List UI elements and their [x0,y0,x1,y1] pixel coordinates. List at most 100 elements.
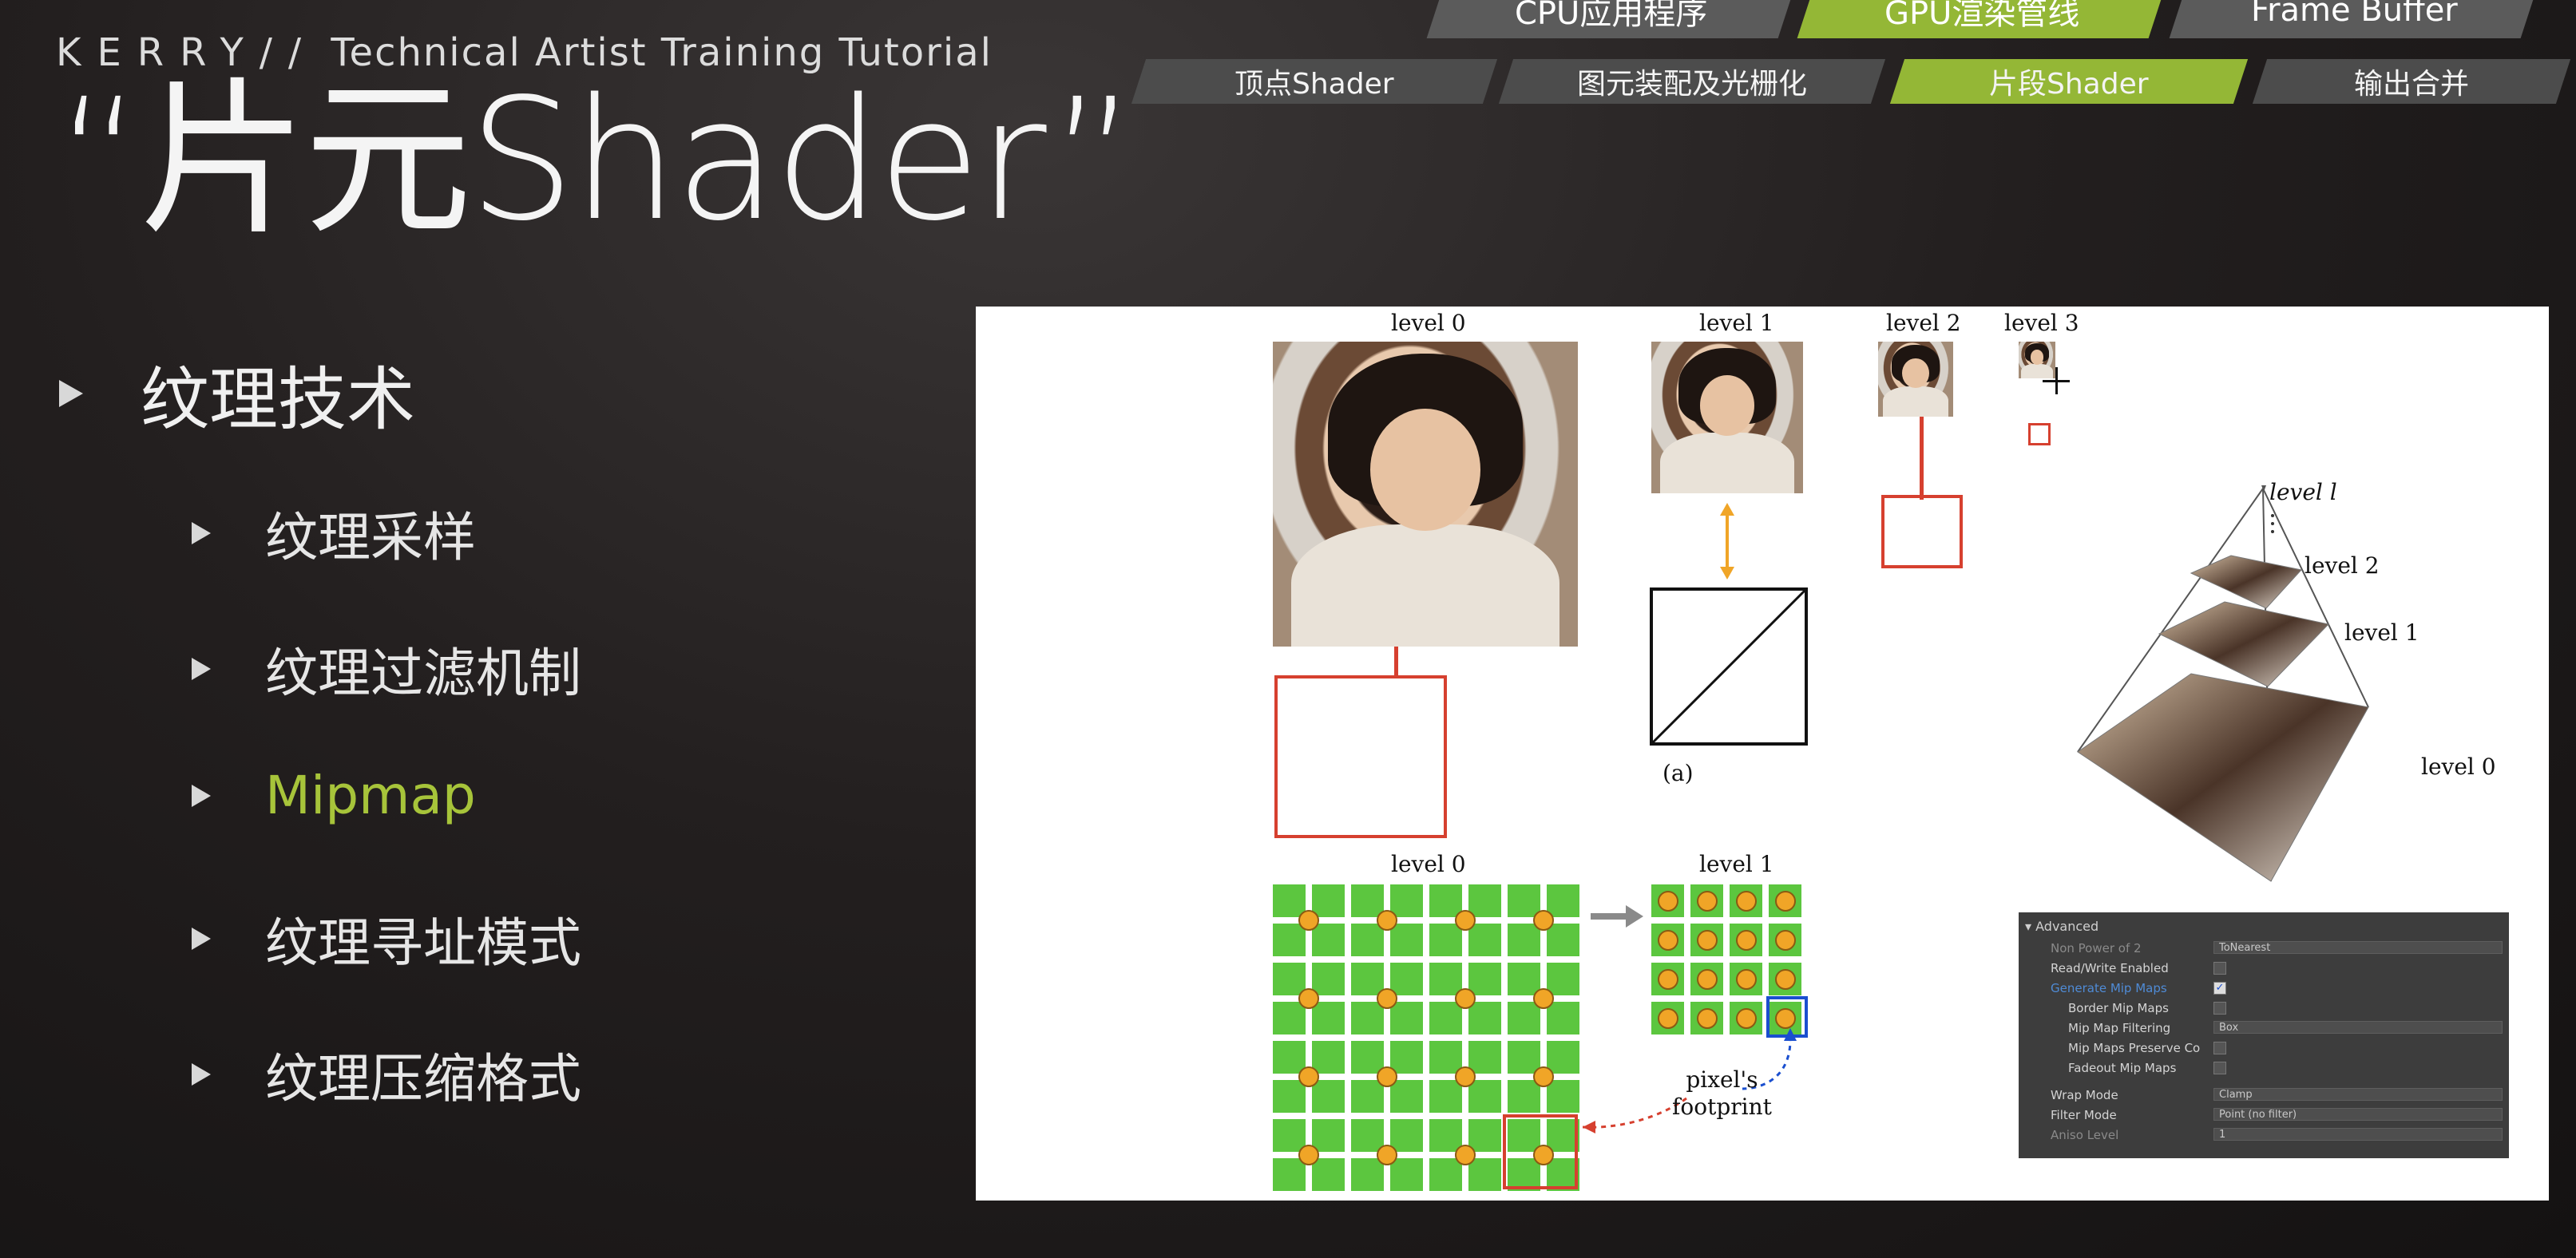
checkbox[interactable] [2213,1002,2226,1015]
menu-item-texture-sampling[interactable]: 纹理采样 [192,495,476,572]
sample-dot [1696,890,1718,912]
tab-cpu-label: CPU应用程序 [1515,0,1708,32]
grid-level0-label: level 0 [1391,851,1466,877]
menu-item-texture-filtering[interactable]: 纹理过滤机制 [192,631,581,707]
menu-section-texture[interactable]: 纹理技术 [59,343,415,443]
subtab-rasterization[interactable]: 图元装配及光栅化 [1498,59,1886,104]
level3-label: level 3 [2004,310,2079,336]
subtab-rasterization-label: 图元装配及光栅化 [1576,68,1807,101]
triangle-right-icon [192,1063,211,1086]
triangle-right-icon [192,928,211,950]
sample-dot [1696,968,1718,990]
texel [1390,1080,1423,1113]
texel [1468,963,1501,995]
level1-photo [1651,342,1803,493]
menu-item-label: Mipmap [265,765,476,826]
texel [1312,1119,1345,1152]
texel [1468,884,1501,917]
sample-dot [1774,890,1796,912]
texel [1312,924,1345,956]
menu-item-label: 纹理寻址模式 [265,912,581,974]
menu-section-label: 纹理技术 [141,360,415,440]
menu-item-mipmap[interactable]: Mipmap [192,765,476,826]
texel [1312,1041,1345,1074]
subtab-vertex-shader[interactable]: 顶点Shader [1131,59,1498,104]
caption-a: (a) [1663,760,1694,786]
checkbox[interactable] [2213,1042,2226,1054]
level2-label: level 2 [1886,310,1961,336]
unity-advanced-panel: ▾ Advanced Non Power of 2 ToNearest Read/W… [2019,912,2509,1158]
subtab-fragment-shader-label: 片段Shader [1989,68,2149,101]
unity-row-label: Read/Write Enabled [2051,961,2169,975]
pyramid-level-2: level 2 [2305,552,2380,579]
tab-cpu[interactable]: CPU应用程序 [1426,0,1797,38]
texel [1429,1002,1462,1034]
texel [1273,1080,1306,1113]
menu-item-label: 纹理采样 [265,507,476,568]
sample-dot [1377,1066,1397,1087]
sample-dot [1735,890,1757,912]
footprint-box-level2 [1881,495,1963,568]
page-title: “片元Shader” [56,62,1137,258]
texel [1547,1041,1579,1074]
checkbox[interactable] [2213,1062,2226,1074]
menu-item-texture-addressing[interactable]: 纹理寻址模式 [192,900,581,977]
texel [1468,1080,1501,1113]
texel [1390,884,1423,917]
unity-row-label: Non Power of 2 [2051,941,2142,955]
sample-dot [1298,1145,1319,1165]
texel [1508,1080,1540,1113]
sample-dot [1657,968,1678,990]
texel [1312,1158,1345,1191]
texel [1273,924,1306,956]
checkbox[interactable] [2213,962,2226,975]
sample-dot [1298,988,1319,1009]
sample-dot [1455,1066,1476,1087]
texel [1468,1158,1501,1191]
dropdown[interactable]: Clamp [2213,1088,2503,1101]
texel [1312,1002,1345,1034]
aniso-slider[interactable]: 1 [2213,1128,2503,1141]
level1-label: level 1 [1699,310,1774,336]
subtab-output-merge[interactable]: 输出合并 [2252,59,2571,104]
texel [1508,1002,1540,1034]
diagonal-box [1650,587,1808,746]
texel [1547,924,1579,956]
sample-dot [1735,929,1757,951]
triangle-right-icon [192,784,211,807]
double-arrow-icon [1720,503,1734,580]
tab-frame-buffer-label: Frame Buffer [2250,0,2458,29]
unity-row-label: Border Mip Maps [2068,1001,2169,1015]
menu-item-label: 纹理压缩格式 [265,1048,581,1110]
tab-gpu[interactable]: GPU渲染管线 [1797,0,2167,38]
texel [1468,1002,1501,1034]
texel [1429,1080,1462,1113]
sample-dot [1298,910,1319,931]
dropdown[interactable]: ToNearest [2213,941,2503,954]
texel [1390,1119,1423,1152]
triangle-right-icon [192,658,211,680]
texel [1312,884,1345,917]
sample-dot [1774,968,1796,990]
subtab-fragment-shader[interactable]: 片段Shader [1889,59,2249,104]
footprint-label: pixel's footprint [1672,1066,1772,1121]
texel [1351,924,1384,956]
texel [1547,1080,1579,1113]
sample-dot [1657,890,1678,912]
dropdown[interactable]: Box [2213,1021,2503,1034]
level0-photo [1273,342,1578,647]
unity-row-label: Filter Mode [2051,1108,2117,1122]
advanced-header[interactable]: ▾ Advanced [2025,919,2098,934]
mip-pyramid [2077,485,2369,882]
checkbox-checked[interactable]: ✓ [2213,982,2226,995]
right-arrow-icon [1591,905,1643,928]
tab-frame-buffer[interactable]: Frame Buffer [2169,0,2539,38]
footprint-box-level3 [2028,423,2051,445]
dropdown[interactable]: Point (no filter) [2213,1108,2503,1121]
sample-dot [1533,910,1554,931]
sample-dot [1455,1145,1476,1165]
sample-dot [1377,910,1397,931]
menu-item-texture-compression[interactable]: 纹理压缩格式 [192,1036,581,1113]
unity-row-label: Mip Maps Preserve Co [2068,1041,2201,1055]
tab-gpu-label: GPU渲染管线 [1884,0,2080,32]
